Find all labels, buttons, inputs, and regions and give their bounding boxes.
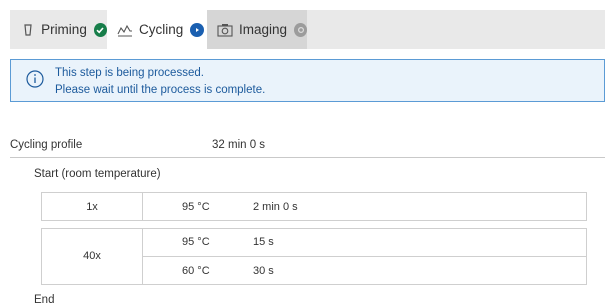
stage-2: 40x 95 °C 15 s 60 °C 30 s <box>41 228 587 285</box>
stage-2-step-1-time: 15 s <box>253 236 274 248</box>
start-label: Start (room temperature) <box>34 168 161 180</box>
processing-notice: This step is being processed. Please wai… <box>10 59 605 102</box>
camera-icon <box>217 22 233 38</box>
priming-icon <box>20 22 35 38</box>
stage-2-repeat: 40x <box>83 250 101 262</box>
stage-2-step-2-time: 30 s <box>253 265 274 277</box>
end-label: End <box>34 294 55 306</box>
stage-1: 1x 95 °C 2 min 0 s <box>41 192 587 221</box>
stage-1-separator <box>142 193 143 220</box>
tab-priming[interactable]: Priming <box>10 10 107 49</box>
section-divider <box>10 157 605 158</box>
tab-cycling-label: Cycling <box>139 22 184 37</box>
stage-2-step-1-temp: 95 °C <box>182 236 210 248</box>
info-icon <box>26 70 44 88</box>
cycling-profile-label: Cycling profile <box>10 139 83 151</box>
tab-imaging[interactable]: Imaging <box>207 10 307 49</box>
cycling-waveform-icon <box>117 22 133 38</box>
tab-priming-label: Priming <box>41 22 87 37</box>
stage-1-step-1-temp: 95 °C <box>182 201 210 213</box>
notice-line-1: This step is being processed. <box>55 67 204 79</box>
cycling-profile-duration: 32 min 0 s <box>212 139 266 151</box>
done-check-icon <box>93 22 107 37</box>
notice-line-2: Please wait until the process is complet… <box>55 84 266 96</box>
pending-status-icon <box>294 22 307 37</box>
tab-cycling[interactable]: Cycling <box>107 10 207 49</box>
stage-2-step-2-temp: 60 °C <box>182 265 210 277</box>
stage-1-step-1-time: 2 min 0 s <box>253 201 298 213</box>
play-status-icon <box>190 22 205 37</box>
step-tab-bar: Priming Cycling Imaging <box>10 10 605 49</box>
stage-1-repeat: 1x <box>86 201 98 213</box>
cycling-profile-row: Cycling profile 32 min 0 s <box>10 139 605 157</box>
tab-imaging-label: Imaging <box>239 22 288 37</box>
stage-2-step-divider <box>142 256 586 257</box>
